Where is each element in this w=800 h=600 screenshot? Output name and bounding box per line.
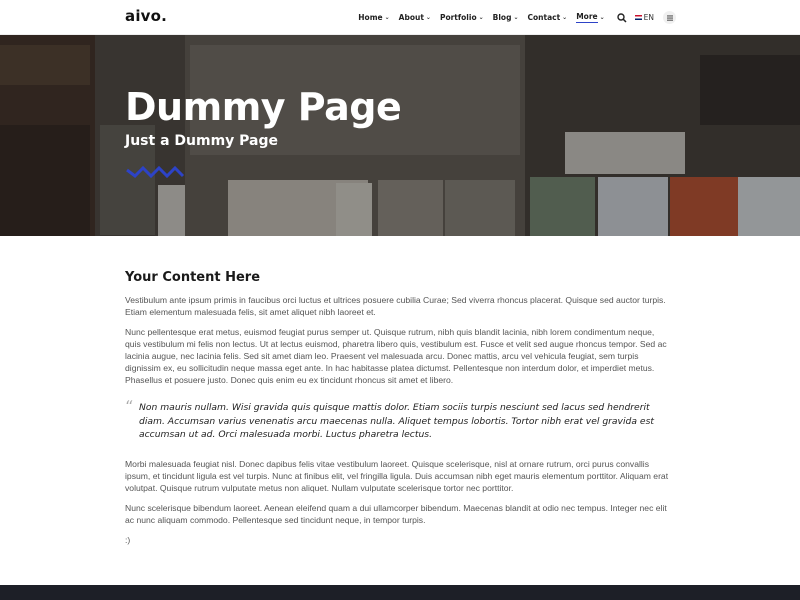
menu-icon[interactable] xyxy=(663,11,676,24)
nav-item-home[interactable]: Home ⌄ xyxy=(358,13,389,22)
page-subtitle: Just a Dummy Page xyxy=(125,133,279,149)
main-nav: Home ⌄ About ⌄ Portfolio ⌄ Blog ⌄ Contac… xyxy=(349,0,676,35)
nav-item-label: Home xyxy=(358,13,383,22)
chevron-down-icon: ⌄ xyxy=(478,14,484,21)
zigzag-divider xyxy=(126,165,185,178)
nav-item-contact[interactable]: Contact ⌄ xyxy=(527,13,567,22)
language-label: EN xyxy=(643,13,654,22)
nav-item-label: About xyxy=(398,13,424,22)
chevron-down-icon: ⌄ xyxy=(562,14,568,21)
site-logo[interactable]: aivo. xyxy=(125,7,167,25)
page-title: Dummy Page xyxy=(125,85,402,129)
paragraph: Nunc scelerisque bibendum laoreet. Aenea… xyxy=(125,502,667,525)
paragraph: :) xyxy=(125,534,131,545)
hero-overlay xyxy=(0,35,800,236)
paragraph: Morbi malesuada feugiat nisl. Donec dapi… xyxy=(125,458,669,493)
quote-text: Non mauris nullam. Wisi gravida quis qui… xyxy=(139,402,654,440)
hero-banner: Dummy Page Just a Dummy Page xyxy=(0,35,800,236)
language-selector[interactable]: EN xyxy=(634,13,654,22)
paragraph: Nunc pellentesque erat metus, euismod fe… xyxy=(125,327,667,385)
footer xyxy=(0,585,800,600)
chevron-down-icon: ⌄ xyxy=(599,14,605,21)
paragraph: Vestibulum ante ipsum primis in faucibus… xyxy=(125,295,666,317)
quote-icon: “ xyxy=(125,397,134,416)
chevron-down-icon: ⌄ xyxy=(384,14,390,21)
nav-item-blog[interactable]: Blog ⌄ xyxy=(493,13,519,22)
chevron-down-icon: ⌄ xyxy=(425,14,431,21)
nav-item-more[interactable]: More ⌄ xyxy=(576,12,605,23)
nav-item-about[interactable]: About ⌄ xyxy=(399,13,431,22)
site-header: aivo. Home ⌄ About ⌄ Portfolio ⌄ Blog ⌄ … xyxy=(0,0,800,35)
search-icon[interactable] xyxy=(616,12,627,23)
content-heading: Your Content Here xyxy=(125,270,261,285)
nav-item-label: Portfolio xyxy=(439,13,477,22)
blockquote: “ Non mauris nullam. Wisi gravida quis q… xyxy=(125,397,671,442)
nav-item-portfolio[interactable]: Portfolio ⌄ xyxy=(440,13,484,22)
chevron-down-icon: ⌄ xyxy=(513,14,519,21)
main-content: Your Content Here Vestibulum ante ipsum … xyxy=(125,270,671,554)
nav-item-label: More xyxy=(576,12,598,23)
nav-item-label: Blog xyxy=(492,13,512,22)
flag-icon xyxy=(634,15,642,20)
nav-item-label: Contact xyxy=(527,13,561,22)
